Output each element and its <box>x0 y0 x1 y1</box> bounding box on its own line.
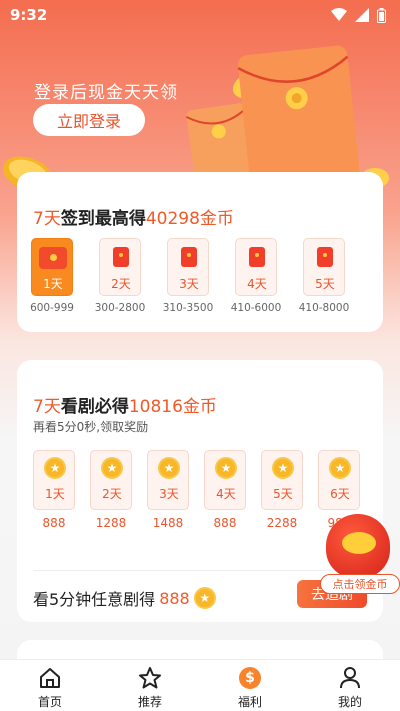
signin-day-3[interactable]: 3天 <box>167 238 209 296</box>
signin-range-label: 310-3500 <box>162 302 214 314</box>
star-coin-icon: ★ <box>329 457 351 479</box>
watch-coin-value: 1288 <box>95 516 127 530</box>
signin-day-label: 5天 <box>315 277 335 291</box>
signin-day-label: 2天 <box>111 277 131 291</box>
watch-title: 7天看剧必得10816金币 <box>33 392 217 417</box>
red-envelope-icon <box>181 247 197 267</box>
signin-title: 7天签到最高得40298金币 <box>33 204 234 229</box>
star-coin-icon: ★ <box>158 457 180 479</box>
signin-card: 7天签到最高得40298金币 1天 600-999 2天 300-2800 3天… <box>17 172 383 332</box>
signin-title-main: 签到最高得 <box>60 209 146 229</box>
claim-coins-widget[interactable]: 点击领金币 <box>316 514 400 594</box>
signin-day-1[interactable]: 1天 <box>31 238 73 296</box>
person-icon <box>338 666 362 690</box>
watch-day-label: 3天 <box>159 487 179 501</box>
watch-coin-value: 1488 <box>152 516 184 530</box>
watch-day-3[interactable]: ★ 3天 <box>147 450 189 510</box>
nav-welfare-label: 福利 <box>237 695 262 709</box>
watch-day-1[interactable]: ★ 1天 <box>33 450 75 510</box>
red-envelope-icon <box>39 247 67 269</box>
watch-coin-value: 888 <box>213 516 237 530</box>
signin-day-5[interactable]: 5天 <box>303 238 345 296</box>
star-coin-icon: ★ <box>215 457 237 479</box>
watch-title-prefix: 7天 <box>33 397 61 417</box>
welfare-page: 9:32 登录后现金天天领 立即登录 7天签到最高得40298金币 1天 600… <box>0 0 400 711</box>
star-coin-icon: ★ <box>101 457 123 479</box>
star-coin-icon: ★ <box>272 457 294 479</box>
signin-day-4[interactable]: 4天 <box>235 238 277 296</box>
wifi-icon <box>331 8 347 21</box>
signin-range-label: 600-999 <box>30 302 74 314</box>
dollar-icon: $ <box>239 666 261 690</box>
star-coin-icon: ★ <box>193 587 216 609</box>
watch-day-6[interactable]: ★ 6天 <box>318 450 360 510</box>
login-button[interactable]: 立即登录 <box>33 104 145 136</box>
watch-coin-value: 888 <box>42 516 66 530</box>
status-time: 9:32 <box>10 6 48 24</box>
signin-day-label: 3天 <box>179 277 199 291</box>
watch-title-unit: 金币 <box>182 397 217 417</box>
signin-range-label: 410-8000 <box>298 302 350 314</box>
status-icons <box>331 7 386 23</box>
watch-day-label: 5天 <box>273 487 293 501</box>
watch-day-label: 2天 <box>102 487 122 501</box>
signin-title-unit: 金币 <box>199 209 234 229</box>
watch-day-5[interactable]: ★ 5天 <box>261 450 303 510</box>
signin-day-2[interactable]: 2天 <box>99 238 141 296</box>
signin-range-label: 410-6000 <box>230 302 282 314</box>
gold-coins-icon <box>342 532 376 554</box>
watch-day-4[interactable]: ★ 4天 <box>204 450 246 510</box>
nav-welfare[interactable]: $ 福利 <box>200 660 300 711</box>
watch-task: 看5分钟任意剧得 888 ★ <box>33 586 216 610</box>
nav-mine[interactable]: 我的 <box>300 660 400 711</box>
bottom-nav: 首页 推荐 $ 福利 我的 <box>0 659 400 711</box>
watch-subtitle: 再看5分0秒,领取奖励 <box>33 420 149 434</box>
star-coin-icon: ★ <box>44 457 66 479</box>
nav-recommend[interactable]: 推荐 <box>100 660 200 711</box>
red-envelope-icon <box>113 247 129 267</box>
signin-range-label: 300-2800 <box>94 302 146 314</box>
home-icon <box>38 666 62 690</box>
star-icon <box>138 666 162 690</box>
watch-title-amount: 10816 <box>128 397 183 417</box>
signin-day-label: 4天 <box>247 277 267 291</box>
watch-title-main: 看剧必得 <box>60 397 129 417</box>
watch-coin-value: 2288 <box>266 516 298 530</box>
signal-icon <box>355 8 369 22</box>
signin-title-amount: 40298 <box>145 209 200 229</box>
signin-day-label: 1天 <box>43 277 63 291</box>
watch-task-amount: 888 <box>159 588 190 608</box>
watch-day-label: 4天 <box>216 487 236 501</box>
red-envelope-icon <box>317 247 333 267</box>
nav-recommend-label: 推荐 <box>137 695 162 709</box>
signin-day-list: 1天 600-999 2天 300-2800 3天 310-3500 4天 41… <box>30 238 371 328</box>
red-envelope-icon <box>249 247 265 267</box>
status-bar: 9:32 <box>0 0 400 30</box>
watch-day-label: 1天 <box>45 487 65 501</box>
nav-mine-label: 我的 <box>337 695 362 709</box>
battery-icon <box>377 7 386 23</box>
nav-home-label: 首页 <box>37 695 62 709</box>
nav-home[interactable]: 首页 <box>0 660 100 711</box>
watch-task-text: 看5分钟任意剧得 <box>33 590 156 609</box>
watch-day-2[interactable]: ★ 2天 <box>90 450 132 510</box>
signin-title-prefix: 7天 <box>33 209 61 229</box>
watch-day-label: 6天 <box>330 487 350 501</box>
claim-coins-label: 点击领金币 <box>320 574 400 594</box>
